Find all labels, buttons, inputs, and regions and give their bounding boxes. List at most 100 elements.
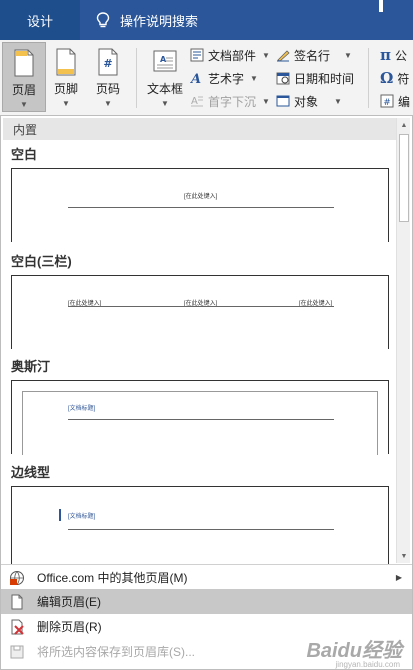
gallery-item-blank[interactable]: [在此处键入] — [11, 168, 389, 242]
drop-cap-label: 首字下沉 — [208, 94, 257, 109]
remove-header-label: 删除页眉(R) — [37, 620, 102, 634]
chevron-down-icon: ▼ — [344, 50, 352, 60]
gallery-item-title: 空白 — [11, 147, 38, 162]
page-number-icon: # — [98, 48, 118, 76]
edit-header-label: 编辑页眉(E) — [37, 595, 101, 609]
chevron-down-icon: ▼ — [62, 99, 70, 108]
chevron-down-icon: ▼ — [262, 50, 270, 60]
svg-text:#: # — [383, 98, 391, 108]
signature-line-label: 签名行 — [294, 48, 331, 63]
group-separator — [136, 48, 137, 108]
header-rule — [68, 306, 334, 307]
quick-parts-button[interactable]: 文档部件 ▼ — [190, 44, 270, 66]
placeholder-text: [在此处键入] — [184, 194, 218, 200]
group-separator — [368, 48, 369, 108]
textbox-button[interactable]: A 文本框 ▼ — [142, 42, 188, 112]
object-label: 对象 — [294, 94, 319, 109]
quick-parts-icon — [190, 48, 204, 62]
lightbulb-icon — [96, 12, 110, 28]
ribbon: 页眉 ▼ 页脚 ▼ # 页码 ▼ A 文本框 ▼ 文档部件 ▼ A 艺术字 ▼ … — [0, 40, 413, 116]
title-bar: 设计 操作说明搜索 — [0, 0, 413, 40]
office-globe-icon — [10, 571, 24, 585]
pi-icon: π — [380, 46, 391, 64]
gallery-item-title: 空白(三栏) — [11, 254, 72, 269]
signature-pen-icon — [277, 50, 290, 62]
chevron-down-icon: ▼ — [104, 99, 112, 108]
placeholder-text: [文档标题] — [68, 514, 96, 520]
sideline-bar — [59, 509, 61, 521]
object-button[interactable]: 对象 ▼ — [276, 90, 342, 112]
tab-design-label: 设计 — [26, 13, 53, 29]
header-rule — [68, 529, 334, 530]
header-rule — [68, 419, 334, 420]
watermark-logo: Baidu经验 — [306, 640, 402, 662]
tab-design[interactable]: 设计 — [0, 0, 80, 40]
equation-label: 公 — [394, 48, 407, 63]
window-control[interactable] — [379, 0, 383, 12]
number-box-icon: # — [380, 94, 394, 108]
chevron-down-icon: ▼ — [20, 100, 28, 109]
gallery-item-sideline[interactable]: [文档标题] — [11, 486, 389, 564]
tell-me-search[interactable]: 操作说明搜索 — [96, 0, 198, 40]
wordart-label: 艺术字 — [208, 71, 245, 86]
header-dropdown-panel: 内置 空白 [在此处键入] 空白(三栏) [在此处键入] [在此处键入] [在此… — [0, 115, 413, 670]
numbering-button[interactable]: # 编 — [380, 90, 410, 112]
scroll-thumb[interactable] — [399, 134, 409, 222]
header-rule — [68, 207, 334, 208]
chevron-down-icon: ▼ — [161, 99, 169, 108]
symbol-label: 符 — [397, 71, 410, 86]
page-number-label: 页码 — [95, 82, 120, 96]
more-headers-label: Office.com 中的其他页眉(M) — [37, 570, 188, 585]
svg-text:#: # — [103, 57, 112, 70]
gallery-item-title: 边线型 — [11, 465, 51, 480]
edit-header-menu-item[interactable]: 编辑页眉(E) — [1, 589, 412, 614]
calendar-icon — [276, 72, 290, 85]
object-icon — [276, 95, 290, 107]
watermark-url: jingyan.baidu.com — [335, 660, 400, 669]
signature-line-button[interactable]: 签名行 ▼ — [276, 44, 352, 66]
gallery-item-austin[interactable]: [文档标题] — [11, 380, 389, 455]
save-to-gallery-icon — [10, 645, 24, 659]
save-selection-label: 将所选内容保存到页眉库(S)... — [37, 645, 195, 659]
scroll-up-icon[interactable]: ▲ — [397, 118, 411, 132]
placeholder-text: [文档标题] — [68, 406, 96, 412]
svg-text:A: A — [190, 72, 201, 85]
header-button[interactable]: 页眉 ▼ — [2, 42, 46, 112]
scroll-down-icon[interactable]: ▼ — [397, 549, 411, 563]
date-time-label: 日期和时间 — [294, 71, 355, 86]
header-label: 页眉 — [11, 83, 36, 97]
footer-label: 页脚 — [53, 82, 78, 96]
svg-text:A: A — [191, 96, 198, 107]
chevron-down-icon: ▼ — [334, 96, 342, 106]
equation-button[interactable]: π 公 — [380, 44, 407, 66]
remove-header-icon — [11, 619, 24, 635]
header-gallery: 空白 [在此处键入] 空白(三栏) [在此处键入] [在此处键入] [在此处键入… — [1, 140, 396, 564]
chevron-down-icon: ▼ — [262, 96, 270, 106]
date-time-button[interactable]: 日期和时间 — [276, 67, 354, 89]
austin-frame — [22, 391, 378, 455]
gallery-item-blank-three-column[interactable]: [在此处键入] [在此处键入] [在此处键入] — [11, 275, 389, 349]
chevron-right-icon: ▶ — [395, 573, 402, 582]
gallery-item-title: 奥斯汀 — [11, 359, 51, 374]
header-icon — [14, 49, 34, 77]
more-headers-menu-item[interactable]: Office.com 中的其他页眉(M) ▶ — [1, 564, 412, 589]
page-number-button[interactable]: # 页码 ▼ — [86, 42, 130, 112]
gallery-scrollbar[interactable]: ▲ ▼ — [396, 118, 410, 563]
textbox-icon: A — [153, 50, 177, 72]
tell-me-label: 操作说明搜索 — [120, 13, 199, 29]
footer-icon — [56, 48, 76, 76]
svg-text:A: A — [160, 55, 167, 64]
omega-icon: Ω — [380, 69, 394, 87]
drop-cap-button[interactable]: A 首字下沉 ▼ — [190, 90, 270, 112]
drop-cap-icon: A — [191, 96, 203, 107]
wordart-icon: A — [190, 72, 201, 85]
quick-parts-label: 文档部件 — [208, 48, 257, 63]
blank-page-icon — [11, 594, 23, 610]
gallery-section-header: 内置 — [3, 118, 396, 140]
gallery-section-label: 内置 — [13, 122, 38, 137]
chevron-down-icon: ▼ — [250, 73, 258, 83]
numbering-label: 编 — [398, 94, 411, 109]
footer-button[interactable]: 页脚 ▼ — [44, 42, 88, 112]
symbol-button[interactable]: Ω 符 — [380, 67, 409, 89]
wordart-button[interactable]: A 艺术字 ▼ — [190, 67, 258, 89]
